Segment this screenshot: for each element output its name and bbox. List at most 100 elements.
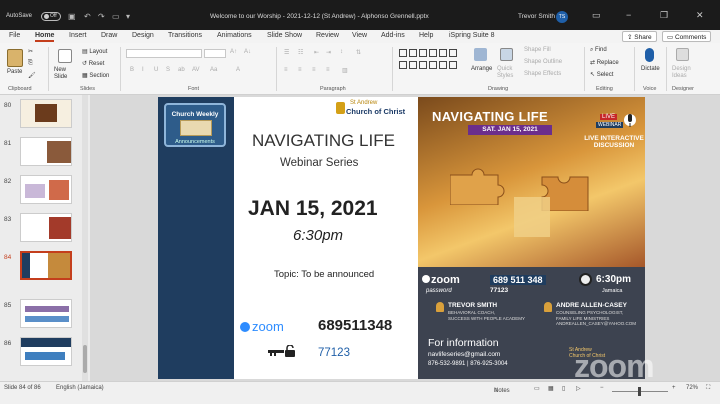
new-slide-icon[interactable] [58, 49, 72, 63]
font-size-box[interactable] [204, 49, 226, 58]
fit-slide-icon[interactable]: ⛶ [706, 385, 710, 392]
shape-icon[interactable] [449, 61, 457, 69]
undo-icon[interactable]: ↶ [84, 12, 91, 21]
restore-button[interactable]: ❐ [660, 10, 668, 21]
char-spacing-icon[interactable]: AV [192, 67, 200, 73]
layout-button[interactable]: ▤ Layout [82, 48, 107, 55]
bold-icon[interactable]: B [130, 67, 134, 73]
tab-design[interactable]: Design [132, 32, 154, 39]
slide[interactable]: Church Weekly Announcements St Andrew Ch… [158, 97, 645, 379]
dictate-button[interactable]: Dictate [641, 66, 660, 72]
slide-thumbnail[interactable]: 86 [2, 337, 88, 367]
justify-icon[interactable]: ≡ [326, 67, 330, 73]
arrange-button[interactable]: Arrange [471, 66, 492, 72]
shape-icon[interactable] [439, 61, 447, 69]
user-name[interactable]: Trevor Smith [518, 13, 555, 20]
paste-icon[interactable] [7, 49, 23, 67]
reset-button[interactable]: ↺ Reset [82, 60, 104, 67]
quick-styles-button[interactable]: Quick Styles [497, 66, 519, 80]
tab-add-ins[interactable]: Add-ins [381, 32, 405, 39]
font-color-icon[interactable]: A [236, 67, 240, 73]
shape-effects-button[interactable]: Shape Effects [524, 71, 561, 77]
replace-button[interactable]: ⇄ Replace [590, 59, 619, 66]
slide-thumbnail[interactable]: 82 [2, 175, 88, 205]
select-button[interactable]: ↖ Select [590, 71, 613, 78]
shape-icon[interactable] [429, 61, 437, 69]
decrease-indent-icon[interactable]: ⇤ [314, 49, 319, 56]
shape-icon[interactable] [419, 61, 427, 69]
close-button[interactable]: ✕ [696, 10, 704, 21]
share-button[interactable]: ⇪ Share [622, 31, 657, 42]
comments-button[interactable]: ▭ Comments [662, 31, 712, 42]
scrollbar-thumb[interactable] [83, 345, 87, 373]
minimize-button[interactable]: − [626, 10, 631, 20]
tab-transitions[interactable]: Transitions [168, 32, 202, 39]
tab-help[interactable]: Help [419, 32, 433, 39]
thumbnails-scrollbar[interactable] [82, 95, 88, 381]
format-painter-icon[interactable]: 🖌 [28, 72, 36, 79]
shape-icon[interactable] [399, 49, 407, 57]
slideshow-icon[interactable]: ▷ [576, 385, 581, 392]
shape-icon[interactable] [409, 61, 417, 69]
customize-toolbar-icon[interactable]: ▾ [126, 12, 130, 21]
font-name-box[interactable] [126, 49, 202, 58]
tab-slide-show[interactable]: Slide Show [267, 32, 302, 39]
columns-icon[interactable]: ▥ [342, 67, 348, 74]
shadow-icon[interactable]: S [166, 67, 170, 73]
reading-view-icon[interactable]: ▯ [562, 385, 565, 392]
paste-button[interactable]: Paste [7, 69, 22, 75]
strikethrough-icon[interactable]: ab [178, 67, 185, 73]
text-direction-icon[interactable]: ⇅ [356, 49, 361, 56]
underline-icon[interactable]: U [154, 67, 158, 73]
microphone-icon[interactable] [645, 48, 654, 62]
center-icon[interactable]: ≡ [298, 67, 302, 73]
save-icon[interactable]: ▣ [68, 12, 76, 21]
tab-animations[interactable]: Animations [217, 32, 252, 39]
normal-view-icon[interactable]: ▭ [534, 385, 540, 392]
zoom-level[interactable]: 72% [686, 385, 698, 391]
zoom-in-icon[interactable]: + [672, 385, 676, 391]
arrange-icon[interactable] [474, 48, 487, 61]
line-spacing-icon[interactable]: ↕ [340, 49, 343, 55]
new-slide-button[interactable]: New Slide [54, 67, 76, 81]
shape-icon[interactable] [419, 49, 427, 57]
numbering-icon[interactable]: ☷ [298, 49, 303, 56]
shape-outline-button[interactable]: Shape Outline [524, 59, 562, 65]
shape-icon[interactable] [439, 49, 447, 57]
tab-ispring[interactable]: iSpring Suite 8 [449, 32, 495, 39]
design-ideas-button[interactable]: Design Ideas [672, 66, 696, 80]
copy-icon[interactable]: ⎘ [28, 60, 33, 67]
bullets-icon[interactable]: ☰ [284, 49, 289, 56]
find-button[interactable]: ⌕ Find [590, 47, 607, 54]
cut-icon[interactable]: ✂ [28, 48, 33, 55]
slide-thumbnail[interactable]: 83 [2, 213, 88, 243]
avatar[interactable]: TS [556, 11, 568, 23]
shapes-gallery[interactable] [398, 48, 466, 80]
tab-review[interactable]: Review [316, 32, 339, 39]
shape-fill-button[interactable]: Shape Fill [524, 47, 551, 53]
slide-sorter-icon[interactable]: ▦ [548, 385, 554, 392]
shape-icon[interactable] [399, 61, 407, 69]
language-indicator[interactable]: English (Jamaica) [56, 385, 104, 391]
align-left-icon[interactable]: ≡ [284, 67, 288, 73]
slide-thumbnail[interactable]: 85 [2, 299, 88, 329]
slide-thumbnail[interactable]: 80 [2, 99, 88, 129]
quick-styles-icon[interactable] [500, 48, 513, 61]
zoom-slider-thumb[interactable] [638, 387, 641, 396]
shape-icon[interactable] [409, 49, 417, 57]
grow-font-icon[interactable]: A↑ [230, 49, 237, 55]
section-button[interactable]: ▦ Section [82, 72, 109, 79]
increase-indent-icon[interactable]: ⇥ [326, 49, 331, 56]
tab-file[interactable]: File [9, 32, 20, 39]
design-ideas-icon[interactable] [676, 48, 689, 61]
start-from-beginning-icon[interactable]: ▭ [112, 12, 120, 21]
shrink-font-icon[interactable]: A↓ [244, 49, 251, 55]
zoom-out-icon[interactable]: − [600, 385, 604, 391]
tab-draw[interactable]: Draw [101, 32, 117, 39]
align-right-icon[interactable]: ≡ [312, 67, 316, 73]
slide-thumbnail-selected[interactable]: 84 [2, 251, 88, 281]
autosave-toggle[interactable]: Off [41, 12, 61, 21]
ribbon-display-icon[interactable]: ▭ [592, 10, 601, 21]
tab-home[interactable]: Home [35, 32, 55, 42]
slide-thumbnail[interactable]: 81 [2, 137, 88, 167]
